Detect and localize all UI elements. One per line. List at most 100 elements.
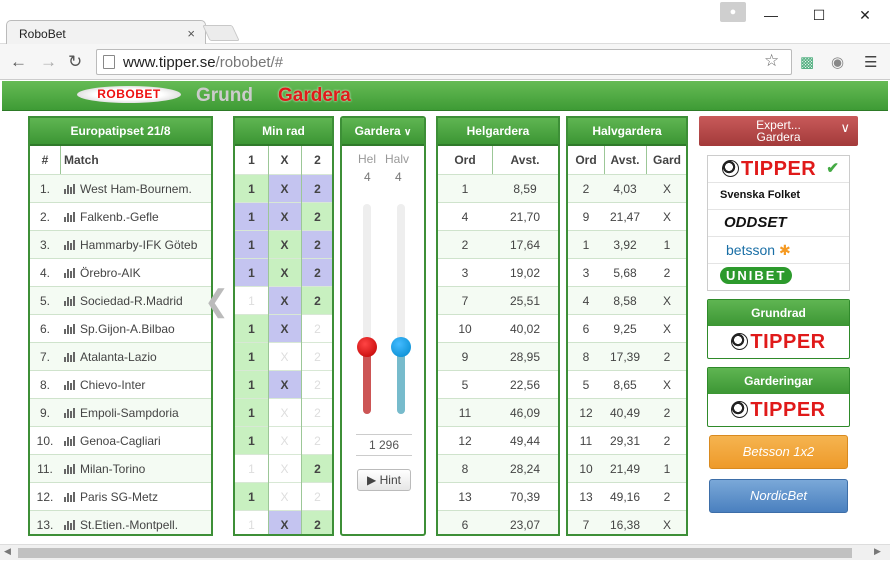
url-input[interactable]: www.tipper.se/robobet/# — [96, 49, 792, 75]
stats-chart-icon[interactable] — [64, 268, 76, 278]
pick-cell[interactable]: 2 — [301, 510, 332, 534]
hel-slider-knob[interactable] — [357, 337, 377, 357]
stats-chart-icon[interactable] — [64, 352, 76, 362]
window-maximize-button[interactable]: ☐ — [804, 4, 834, 26]
match-name[interactable]: Sp.Gijon-A.Bilbao — [64, 315, 211, 342]
match-name[interactable]: West Ham-Bournem. — [64, 175, 211, 202]
gardera-title[interactable]: Gardera ∨ — [342, 118, 424, 146]
pick-cell[interactable]: X — [268, 258, 301, 286]
pick-cell[interactable]: X — [268, 174, 301, 202]
pick-cell[interactable]: X — [268, 314, 301, 342]
table-row[interactable]: 5. Sociedad-R.Madrid — [30, 286, 211, 314]
pick-cell[interactable]: X — [268, 286, 301, 314]
source-oddset[interactable]: ODDSET — [708, 210, 849, 237]
pick-cell[interactable]: 1 — [235, 202, 268, 230]
match-name[interactable]: St.Etien.-Montpell. — [64, 511, 211, 534]
table-row[interactable]: 12. Paris SG-Metz — [30, 482, 211, 510]
stats-chart-icon[interactable] — [64, 212, 76, 222]
table-row[interactable]: 4. Örebro-AIK — [30, 258, 211, 286]
pick-cell[interactable]: X — [268, 370, 301, 398]
stats-chart-icon[interactable] — [64, 184, 76, 194]
stats-chart-icon[interactable] — [64, 296, 76, 306]
pick-cell[interactable]: 1 — [235, 510, 268, 534]
source-svenska-folket[interactable]: Svenska Folket — [708, 183, 849, 210]
pick-cell[interactable]: X — [268, 230, 301, 258]
stats-chart-icon[interactable] — [64, 520, 76, 530]
robobet-logo[interactable]: ROBOBET — [77, 86, 181, 103]
menu-icon[interactable]: ☰ — [864, 53, 877, 71]
pick-cell[interactable]: 2 — [301, 398, 332, 426]
pick-cell[interactable]: 1 — [235, 230, 268, 258]
stats-chart-icon[interactable] — [64, 464, 76, 474]
stats-chart-icon[interactable] — [64, 380, 76, 390]
pick-cell[interactable]: X — [268, 426, 301, 454]
horizontal-scrollbar[interactable]: ◀ ▶ — [0, 544, 890, 560]
pick-cell[interactable]: 1 — [235, 258, 268, 286]
table-row[interactable]: 3. Hammarby-IFK Göteb — [30, 230, 211, 258]
pick-cell[interactable]: 1 — [235, 314, 268, 342]
nav-grund[interactable]: Grund — [196, 85, 253, 107]
match-name[interactable]: Empoli-Sampdoria — [64, 399, 211, 426]
source-unibet[interactable]: UNIBET — [708, 264, 849, 291]
match-name[interactable]: Atalanta-Lazio — [64, 343, 211, 370]
extension-chart-icon[interactable]: ▩ — [800, 53, 814, 71]
table-row[interactable]: 11. Milan-Torino — [30, 454, 211, 482]
pick-cell[interactable]: 1 — [235, 482, 268, 510]
pick-cell[interactable]: 1 — [235, 426, 268, 454]
pick-cell[interactable]: X — [268, 202, 301, 230]
stats-chart-icon[interactable] — [64, 324, 76, 334]
match-name[interactable]: Örebro-AIK — [64, 259, 211, 286]
scroll-left-icon[interactable]: ◀ — [4, 546, 11, 557]
pick-cell[interactable]: 1 — [235, 286, 268, 314]
scroll-right-icon[interactable]: ▶ — [874, 546, 881, 557]
grundrad-tipper-button[interactable]: TIPPER — [708, 326, 849, 354]
stats-chart-icon[interactable] — [64, 240, 76, 250]
pick-cell[interactable]: 2 — [301, 174, 332, 202]
user-profile-icon[interactable]: ● — [720, 2, 746, 22]
hint-button[interactable]: ▶ Hint — [357, 469, 411, 491]
table-row[interactable]: 8. Chievo-Inter — [30, 370, 211, 398]
halv-slider-knob[interactable] — [391, 337, 411, 357]
match-name[interactable]: Hammarby-IFK Göteb — [64, 231, 211, 258]
nav-gardera[interactable]: Gardera — [278, 85, 351, 107]
pick-cell[interactable]: 2 — [301, 370, 332, 398]
table-row[interactable]: 7. Atalanta-Lazio — [30, 342, 211, 370]
scrollbar-thumb[interactable] — [18, 548, 852, 558]
reload-icon[interactable]: ↻ — [68, 52, 82, 72]
pick-cell[interactable]: 2 — [301, 314, 332, 342]
pick-cell[interactable]: 2 — [301, 482, 332, 510]
pick-cell[interactable]: 1 — [235, 370, 268, 398]
source-betsson[interactable]: betsson ✱ — [708, 237, 849, 264]
pick-cell[interactable]: X — [268, 510, 301, 534]
pick-cell[interactable]: 2 — [301, 286, 332, 314]
pick-cell[interactable]: 2 — [301, 342, 332, 370]
nordicbet-button[interactable]: NordicBet — [709, 479, 848, 513]
pick-cell[interactable]: 2 — [301, 202, 332, 230]
chevron-left-icon[interactable]: ❮ — [204, 284, 229, 319]
bookmark-star-icon[interactable]: ☆ — [764, 51, 779, 71]
table-row[interactable]: 9. Empoli-Sampdoria — [30, 398, 211, 426]
stats-chart-icon[interactable] — [64, 436, 76, 446]
table-row[interactable]: 1. West Ham-Bournem. — [30, 174, 211, 202]
pick-cell[interactable]: 2 — [301, 230, 332, 258]
table-row[interactable]: 13. St.Etien.-Montpell. — [30, 510, 211, 534]
pick-cell[interactable]: X — [268, 398, 301, 426]
new-tab-button[interactable] — [202, 25, 240, 41]
garderingar-tipper-button[interactable]: TIPPER — [708, 394, 849, 422]
pick-cell[interactable]: 1 — [235, 398, 268, 426]
pick-cell[interactable]: X — [268, 482, 301, 510]
expert-dropdown[interactable]: Expert... Gardera ∨ — [699, 116, 858, 146]
pick-cell[interactable]: 1 — [235, 454, 268, 482]
browser-tab[interactable]: RoboBet × — [6, 20, 206, 45]
pick-cell[interactable]: 2 — [301, 426, 332, 454]
window-minimize-button[interactable]: — — [756, 4, 786, 26]
match-name[interactable]: Paris SG-Metz — [64, 483, 211, 510]
stats-chart-icon[interactable] — [64, 408, 76, 418]
pick-cell[interactable]: X — [268, 342, 301, 370]
match-name[interactable]: Falkenb.-Gefle — [64, 203, 211, 230]
match-name[interactable]: Chievo-Inter — [64, 371, 211, 398]
pick-cell[interactable]: 1 — [235, 342, 268, 370]
stats-chart-icon[interactable] — [64, 492, 76, 502]
forward-icon[interactable]: → — [40, 52, 57, 72]
extension-circle-icon[interactable]: ◉ — [831, 53, 844, 71]
